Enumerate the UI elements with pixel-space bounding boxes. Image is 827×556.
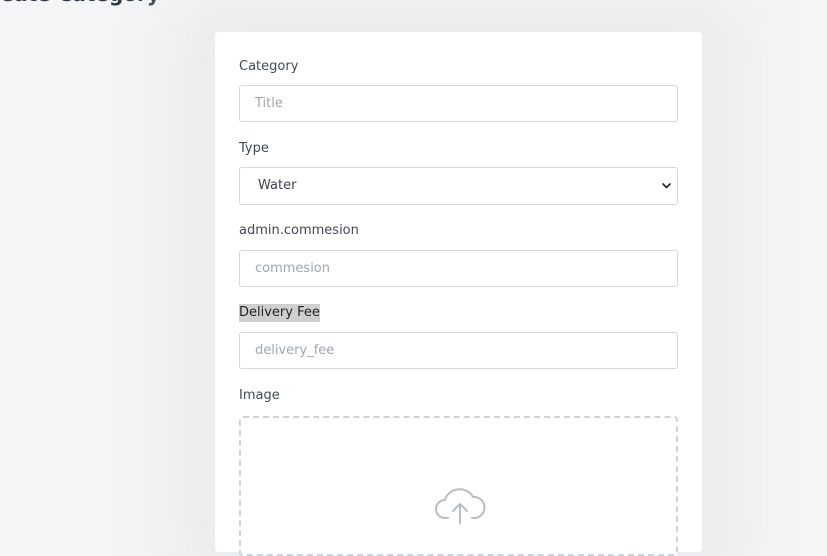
type-label: Type	[239, 141, 269, 156]
image-label: Image	[239, 388, 280, 403]
type-select-value: Water	[258, 178, 297, 193]
type-select[interactable]: Water	[239, 167, 678, 205]
category-form-card: Category Type Water admin.commesion Deli…	[215, 32, 702, 556]
image-dropzone[interactable]	[239, 416, 678, 556]
delivery-fee-label: Delivery Fee	[239, 304, 320, 322]
commission-label: admin.commesion	[239, 223, 359, 238]
page-title: Create Category	[0, 0, 160, 8]
commission-input[interactable]	[239, 250, 678, 287]
chevron-down-icon	[661, 168, 671, 204]
category-label: Category	[239, 59, 299, 74]
cloud-upload-icon	[433, 484, 487, 525]
delivery-fee-input[interactable]	[239, 332, 678, 369]
category-title-input[interactable]	[239, 85, 678, 122]
